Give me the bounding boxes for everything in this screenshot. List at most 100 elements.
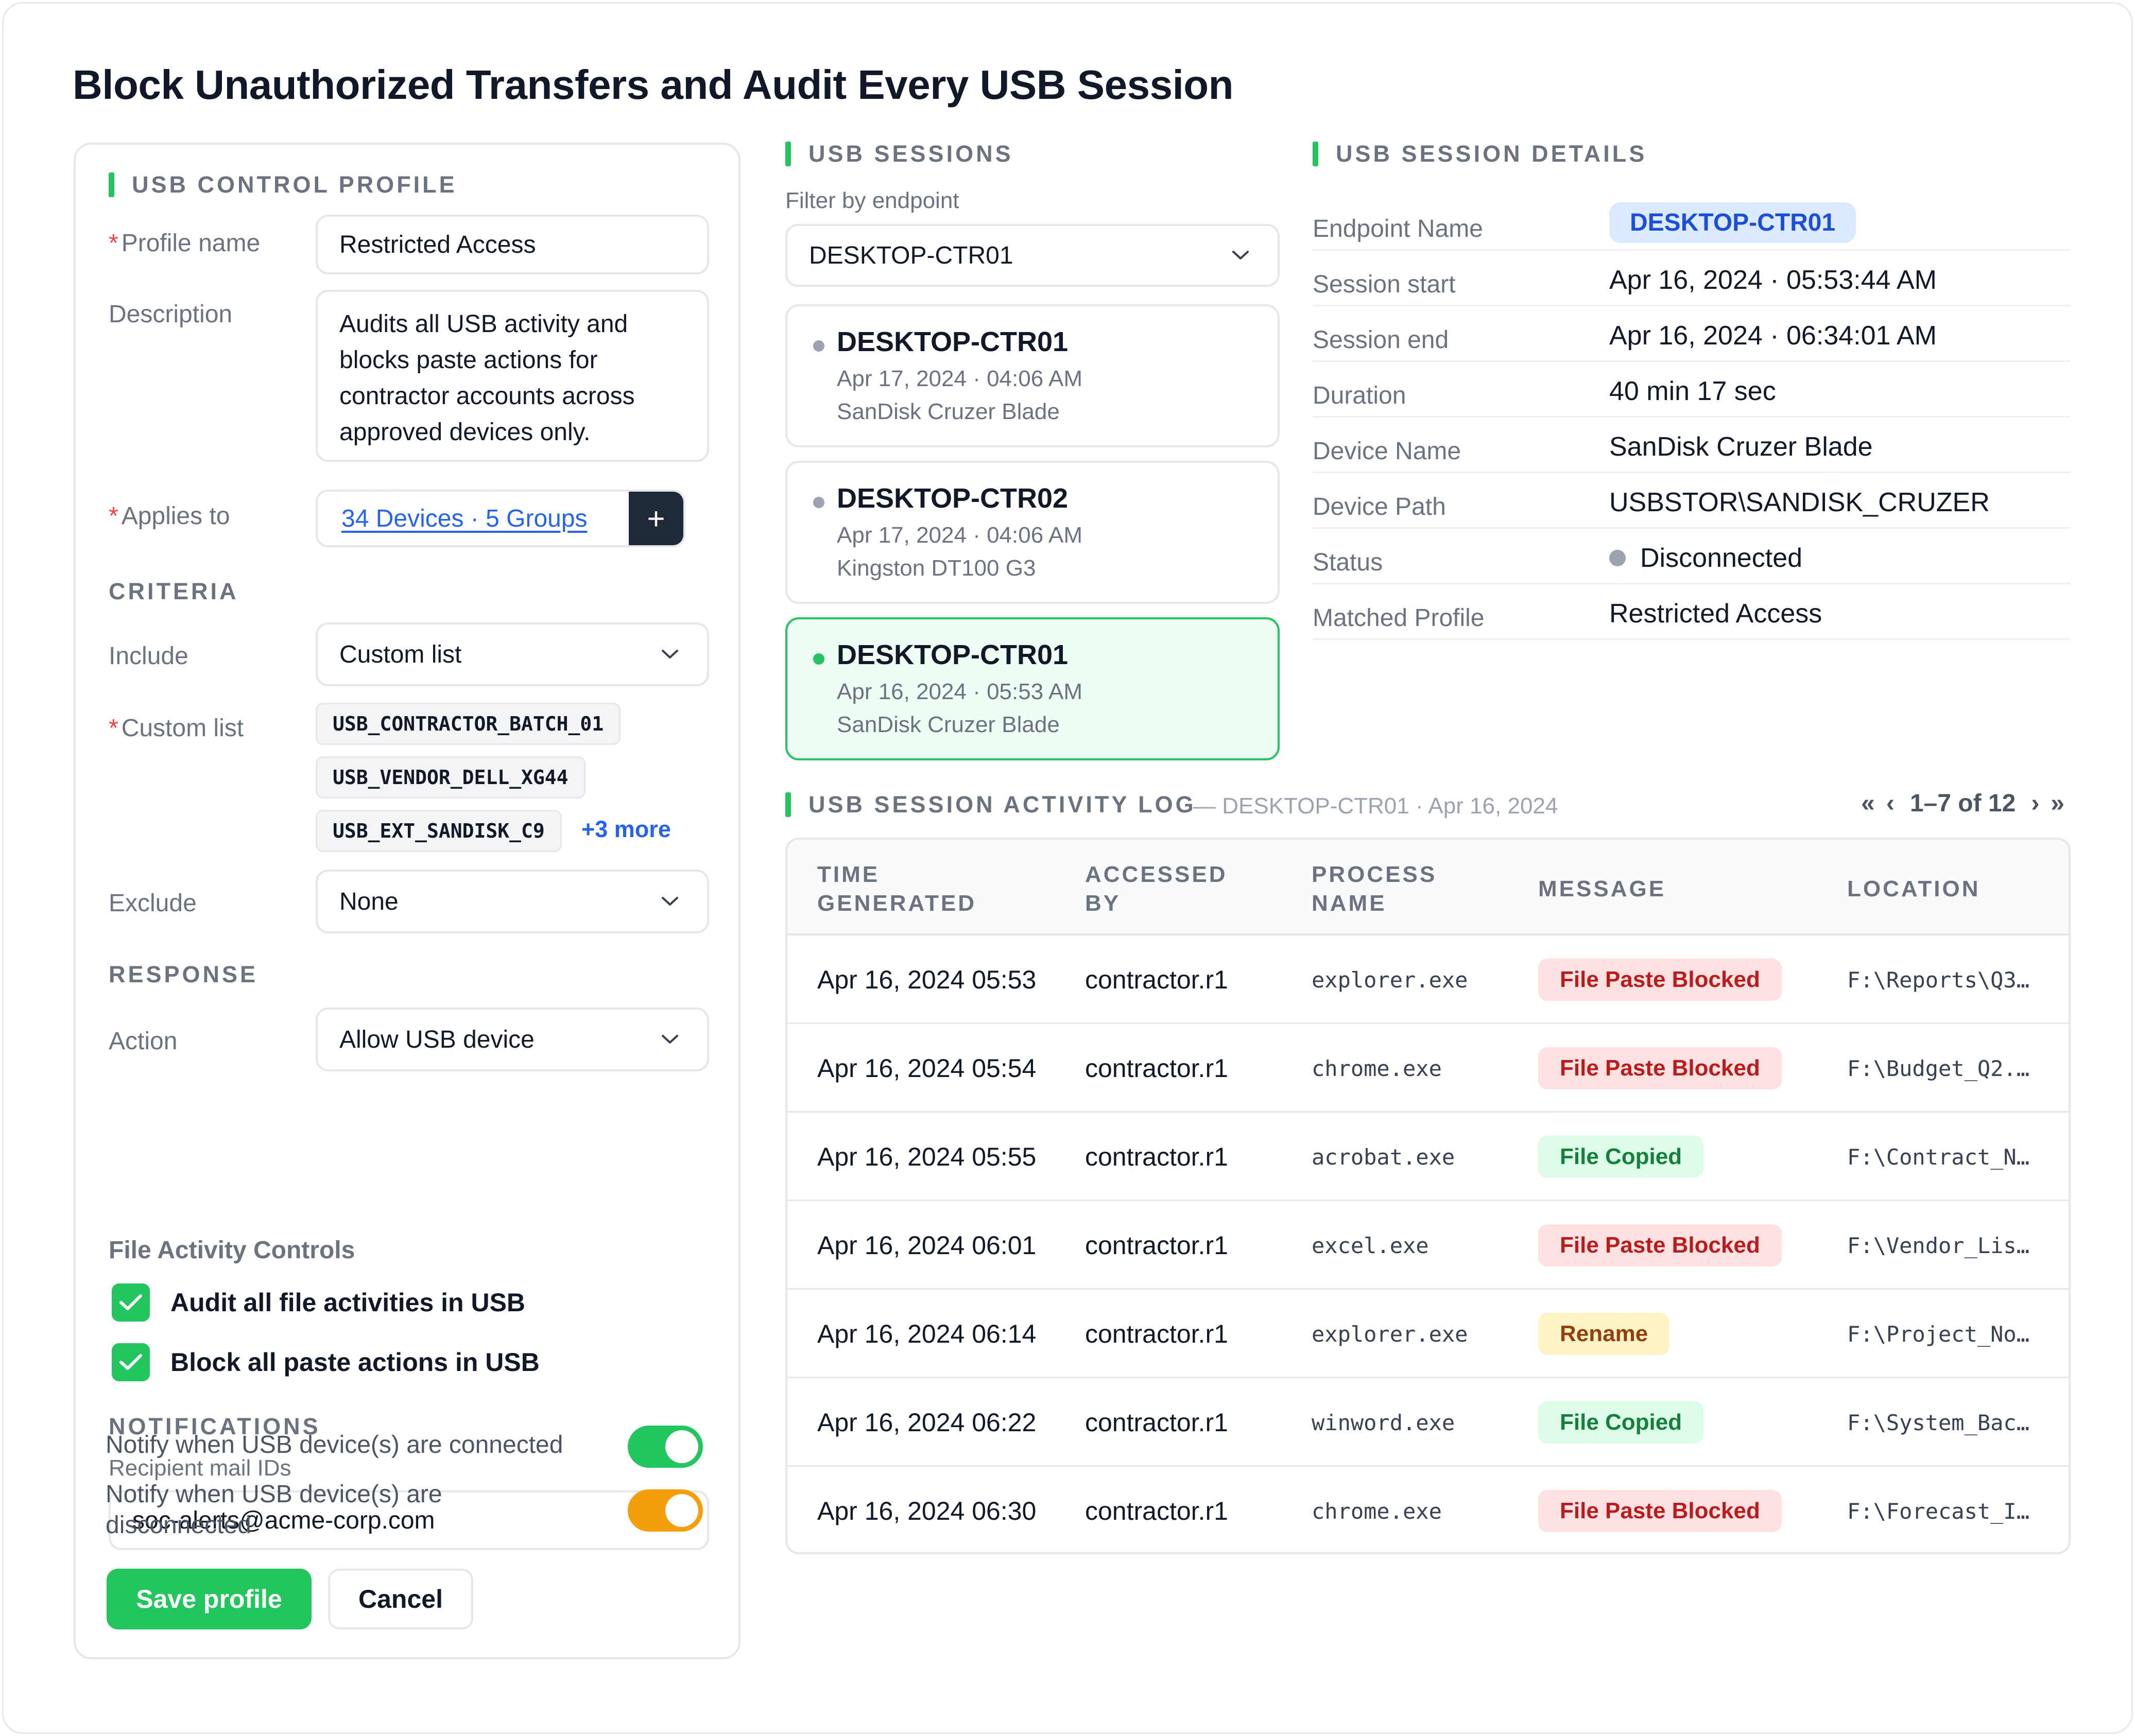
cell-location: F:\Forecast_I… bbox=[1847, 1498, 2030, 1524]
cell-time: Apr 16, 2024 06:22 bbox=[817, 1408, 1037, 1437]
profile-name-label: * Profile name bbox=[109, 230, 261, 257]
check-icon[interactable] bbox=[112, 1283, 150, 1322]
session-card-selected[interactable]: DESKTOP-CTR01 Apr 16, 2024 · 05:53 AM Sa… bbox=[785, 617, 1280, 760]
profile-name-input[interactable]: Restricted Access bbox=[316, 215, 709, 274]
detail-row-session-end: Session end Apr 16, 2024 · 06:34:01 AM bbox=[1313, 306, 2071, 362]
session-status-dot bbox=[813, 653, 824, 665]
detail-label: Endpoint Name bbox=[1313, 215, 1483, 242]
include-select-value: Custom list bbox=[339, 640, 462, 668]
cell-time: Apr 16, 2024 05:55 bbox=[817, 1142, 1037, 1171]
session-time: Apr 17, 2024 · 04:06 AM bbox=[837, 366, 1082, 391]
audit-file-activities-checkbox-row[interactable]: Audit all file activities in USB bbox=[112, 1283, 525, 1322]
table-row[interactable]: Apr 16, 2024 05:55 contractor.r1 acrobat.e… bbox=[787, 1113, 2069, 1201]
first-page-button[interactable]: « bbox=[1861, 789, 1875, 818]
plus-icon: + bbox=[647, 501, 665, 536]
checkbox-label: Audit all file activities in USB bbox=[170, 1288, 526, 1317]
session-endpoint: DESKTOP-CTR01 bbox=[837, 639, 1069, 670]
log-subtitle: — DESKTOP-CTR01 · Apr 16, 2024 bbox=[1193, 793, 1558, 819]
activity-log-table: TIME GENERATED ACCESSED BY PROCESS NAME … bbox=[785, 838, 2071, 1554]
check-icon[interactable] bbox=[112, 1343, 150, 1381]
block-paste-actions-checkbox-row[interactable]: Block all paste actions in USB bbox=[112, 1343, 540, 1381]
cell-time: Apr 16, 2024 06:14 bbox=[817, 1320, 1037, 1348]
details-section-header: USB SESSION DETAILS bbox=[1313, 141, 1647, 167]
custom-list-chip[interactable]: USB_EXT_SANDISK_C9 bbox=[316, 810, 562, 852]
session-card[interactable]: DESKTOP-CTR02 Apr 17, 2024 · 04:06 AM Ki… bbox=[785, 461, 1280, 604]
cell-accessed-by: contractor.r1 bbox=[1085, 1054, 1228, 1083]
page-container: Block Unauthorized Transfers and Audit E… bbox=[2, 2, 2133, 1734]
profile-section-title: USB CONTROL PROFILE bbox=[132, 171, 457, 198]
criteria-heading: CRITERIA bbox=[109, 578, 239, 604]
session-status-dot bbox=[813, 497, 824, 508]
detail-row-session-start: Session start Apr 16, 2024 · 05:53:44 AM bbox=[1313, 251, 2071, 306]
chevron-down-icon bbox=[655, 639, 685, 670]
session-card[interactable]: DESKTOP-CTR01 Apr 17, 2024 · 04:06 AM Sa… bbox=[785, 304, 1280, 447]
table-row[interactable]: Apr 16, 2024 06:14 contractor.r1 explorer.… bbox=[787, 1290, 2069, 1378]
cell-location: F:\System_Bac… bbox=[1847, 1410, 2030, 1435]
action-label: Action bbox=[109, 1028, 178, 1055]
status-dot-icon bbox=[1609, 550, 1626, 566]
custom-list-chip[interactable]: USB_CONTRACTOR_BATCH_01 bbox=[316, 703, 621, 745]
notify-disconnected-toggle[interactable] bbox=[628, 1489, 703, 1532]
cell-location: F:\Budget_Q2.… bbox=[1847, 1055, 2030, 1081]
add-target-button[interactable]: + bbox=[629, 492, 683, 545]
endpoint-filter-value: DESKTOP-CTR01 bbox=[809, 241, 1013, 269]
log-pager: « ‹ 1–7 of 12 › » bbox=[1861, 789, 2064, 818]
description-textarea[interactable]: Audits all USB activity and blocks paste… bbox=[316, 290, 709, 462]
prev-page-button[interactable]: ‹ bbox=[1886, 789, 1895, 818]
cell-message: File Copied bbox=[1538, 1378, 1827, 1467]
applies-to-label: * Applies to bbox=[109, 502, 230, 530]
action-select[interactable]: Allow USB device bbox=[316, 1008, 709, 1071]
session-time: Apr 16, 2024 · 05:53 AM bbox=[837, 679, 1082, 704]
last-page-button[interactable]: » bbox=[2051, 789, 2064, 818]
col-header-time[interactable]: TIME GENERATED bbox=[817, 860, 974, 918]
exclude-select[interactable]: None bbox=[316, 870, 709, 933]
toggle-knob bbox=[665, 1430, 698, 1463]
include-select[interactable]: Custom list bbox=[316, 622, 709, 686]
cell-time: Apr 16, 2024 05:53 bbox=[817, 965, 1037, 994]
cell-accessed-by: contractor.r1 bbox=[1085, 1231, 1228, 1260]
exclude-label: Exclude bbox=[109, 890, 197, 917]
detail-label: Status bbox=[1313, 549, 1383, 576]
cell-time: Apr 16, 2024 06:01 bbox=[817, 1231, 1037, 1260]
session-time: Apr 17, 2024 · 04:06 AM bbox=[837, 523, 1082, 548]
cell-location: F:\Vendor_Lis… bbox=[1847, 1232, 2030, 1258]
save-profile-button[interactable]: Save profile bbox=[107, 1569, 312, 1629]
applies-to-link[interactable]: 34 Devices · 5 Groups bbox=[318, 492, 629, 545]
table-row[interactable]: Apr 16, 2024 05:54 contractor.r1 chrome.ex… bbox=[787, 1024, 2069, 1113]
col-header-process[interactable]: PROCESS NAME bbox=[1312, 860, 1466, 918]
table-header: TIME GENERATED ACCESSED BY PROCESS NAME … bbox=[787, 840, 2069, 935]
table-row[interactable]: Apr 16, 2024 06:30 contractor.r1 chrome.ex… bbox=[787, 1467, 2069, 1552]
sessions-section-title: USB SESSIONS bbox=[808, 141, 1013, 167]
session-status-dot bbox=[813, 340, 824, 352]
table-row[interactable]: Apr 16, 2024 05:53 contractor.r1 explorer.… bbox=[787, 935, 2069, 1024]
col-header-message[interactable]: MESSAGE bbox=[1538, 875, 1744, 904]
page-range: 1–7 of 12 bbox=[1909, 790, 2016, 817]
detail-value: 40 min 17 sec bbox=[1609, 376, 1776, 406]
custom-list-chip[interactable]: USB_VENDOR_DELL_XG44 bbox=[316, 756, 586, 798]
chevron-down-icon bbox=[1225, 240, 1256, 271]
session-device: Kingston DT100 G3 bbox=[837, 555, 1036, 581]
col-header-location[interactable]: LOCATION bbox=[1847, 875, 2053, 904]
notify-connected-toggle[interactable] bbox=[628, 1426, 703, 1468]
include-label: Include bbox=[109, 643, 188, 670]
session-device: SanDisk Cruzer Blade bbox=[837, 399, 1060, 424]
next-page-button[interactable]: › bbox=[2031, 789, 2039, 818]
detail-row-duration: Duration 40 min 17 sec bbox=[1313, 362, 2071, 418]
table-row[interactable]: Apr 16, 2024 06:01 contractor.r1 excel.exe… bbox=[787, 1201, 2069, 1290]
detail-label: Device Path bbox=[1313, 493, 1446, 520]
cell-time: Apr 16, 2024 05:54 bbox=[817, 1054, 1037, 1083]
log-section-header: USB SESSION ACTIVITY LOG bbox=[785, 791, 1196, 818]
endpoint-filter-select[interactable]: DESKTOP-CTR01 bbox=[785, 224, 1280, 287]
col-header-accessed-by[interactable]: ACCESSED BY bbox=[1085, 860, 1239, 918]
custom-list-more-link[interactable]: +3 more bbox=[581, 816, 671, 843]
profile-section-header: USB CONTROL PROFILE bbox=[109, 171, 457, 198]
endpoint-name-badge: DESKTOP-CTR01 bbox=[1609, 202, 1856, 243]
cell-accessed-by: contractor.r1 bbox=[1085, 1408, 1228, 1437]
cell-accessed-by: contractor.r1 bbox=[1085, 1142, 1228, 1171]
detail-value: SanDisk Cruzer Blade bbox=[1609, 432, 1873, 462]
cancel-button[interactable]: Cancel bbox=[328, 1569, 473, 1629]
custom-list-label: * Custom list bbox=[109, 715, 244, 742]
table-row[interactable]: Apr 16, 2024 06:22 contractor.r1 winword.e… bbox=[787, 1378, 2069, 1467]
page-title: Block Unauthorized Transfers and Audit E… bbox=[73, 62, 1234, 108]
detail-label: Session end bbox=[1313, 326, 1449, 354]
